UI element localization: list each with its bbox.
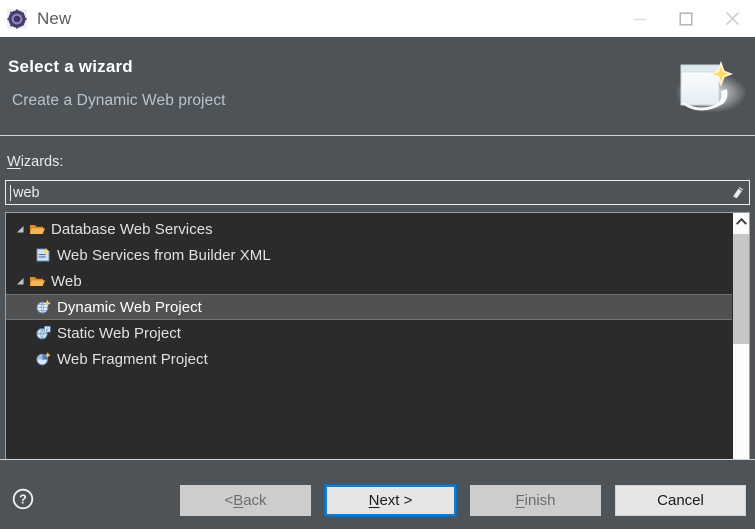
web-fragment-project-icon [34,351,52,368]
minimize-icon [634,18,646,20]
close-icon [725,12,739,25]
next-button-mnemonic: N [368,492,380,509]
tree-row[interactable]: Database Web Services [6,216,732,242]
maximize-button[interactable] [663,0,709,37]
help-question-icon[interactable]: ? [12,488,34,510]
tree-row[interactable]: Web Fragment Project [6,346,732,372]
folder-open-icon [28,221,46,238]
finish-button-suffix: inish [524,492,556,509]
minimize-button[interactable] [617,0,663,37]
tree-row-label: Database Web Services [51,220,213,238]
tree-row-label: Web Fragment Project [57,350,208,368]
maximize-icon [679,12,693,25]
wizards-label: Wizards: [7,154,63,170]
wizard-header: Select a wizard Create a Dynamic Web pro… [0,37,755,136]
back-button-suffix: ack [243,492,267,509]
wizard-filter-input[interactable]: web [5,180,750,205]
dialog-button-row: < Back Next > Finish Cancel [180,484,746,517]
tree-row-label: Web Services from Builder XML [57,246,271,264]
svg-text:?: ? [19,493,27,507]
static-web-project-icon [34,325,52,342]
folder-open-icon [28,273,46,290]
tree-row-selected[interactable]: Dynamic Web Project [6,294,732,320]
window-controls [617,0,755,37]
back-button-mnemonic: B [233,492,244,509]
cancel-button-label: Cancel [657,492,704,509]
back-button-prefix: < [224,492,234,509]
scrollbar-thumb[interactable] [733,234,749,344]
title-bar: New [0,0,755,37]
eclipse-icon [6,8,28,30]
wizards-label-rest: izards: [20,154,64,170]
next-button[interactable]: Next > [324,484,457,517]
finish-button[interactable]: Finish [470,485,601,516]
next-button-suffix: ext > [379,492,413,509]
tree-row[interactable]: Web Services from Builder XML [6,242,732,268]
filter-input-value[interactable]: web [13,185,726,201]
cancel-button[interactable]: Cancel [615,485,746,516]
close-button[interactable] [709,0,755,37]
window-title: New [37,8,72,28]
tree-row-label: Static Web Project [57,324,182,342]
scrollbar-track[interactable] [733,230,749,497]
tree-row-label: Web [51,272,82,290]
new-wizard-dialog: New Select a wizard Create a Dynamic Web… [0,0,755,529]
wizard-body: Wizards: web Database Web Services Web S… [0,136,755,515]
tree-row-label: Dynamic Web Project [57,298,202,316]
tree-row[interactable]: Web [6,268,732,294]
wizards-label-mnemonic: W [7,154,21,170]
dynamic-web-project-icon [34,299,52,316]
tree-row[interactable]: Static Web Project [6,320,732,346]
new-wizard-banner-icon [671,47,749,119]
chevron-expanded-icon[interactable] [12,273,28,289]
text-caret [10,184,11,201]
finish-button-mnemonic: F [515,492,525,509]
back-button[interactable]: < Back [180,485,311,516]
scroll-up-button[interactable] [733,213,749,230]
chevron-up-icon [735,217,747,225]
page-title: Select a wizard [8,57,133,76]
clear-eraser-icon[interactable] [726,181,748,204]
page-subtitle: Create a Dynamic Web project [12,92,226,109]
chevron-expanded-icon[interactable] [12,221,28,237]
wizard-file-icon [34,247,52,264]
dialog-footer: ? < Back Next > Finish Cancel [0,459,755,529]
